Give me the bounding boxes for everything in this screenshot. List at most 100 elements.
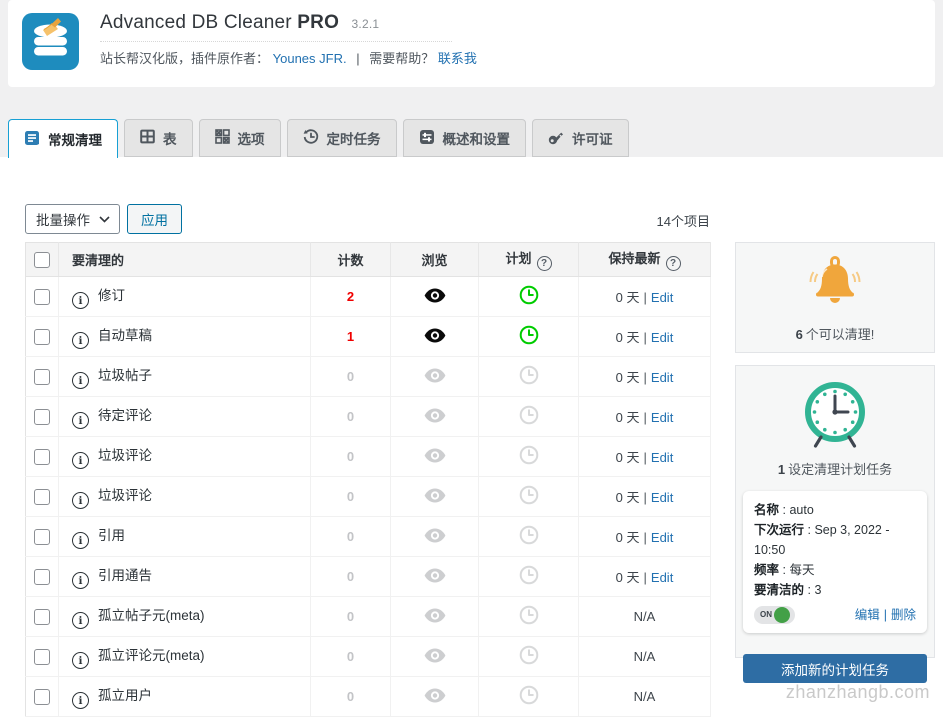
info-icon[interactable]: i — [72, 572, 89, 589]
eye-icon[interactable] — [424, 488, 446, 503]
keep-value: N/A — [634, 649, 656, 664]
info-icon[interactable]: i — [72, 652, 89, 669]
eye-icon[interactable] — [424, 448, 446, 463]
keep-value: 0 天 — [616, 570, 640, 585]
table-row: i孤立评论元(meta) 0 N/A — [26, 637, 711, 677]
keep-value: N/A — [634, 609, 656, 624]
row-checkbox[interactable] — [34, 569, 50, 585]
schedule-clock-icon[interactable] — [519, 405, 539, 425]
row-checkbox[interactable] — [34, 409, 50, 425]
contact-link[interactable]: 联系我 — [438, 51, 477, 66]
table-row: i待定评论 0 0 天|Edit — [26, 397, 711, 437]
select-all-checkbox[interactable] — [34, 252, 50, 268]
cleanup-item-name: 垃圾评论 — [98, 488, 152, 503]
tab-tables[interactable]: 表 — [124, 119, 193, 157]
column-header-keep: 保持最新? — [579, 243, 711, 277]
schedule-edit-link[interactable]: 编辑 — [855, 608, 880, 622]
row-checkbox[interactable] — [34, 649, 50, 665]
eye-icon[interactable] — [424, 608, 446, 623]
plugin-name: Advanced DB Cleaner — [100, 12, 292, 33]
item-count: 0 — [347, 369, 354, 384]
table-row: i孤立帖子元(meta) 0 N/A — [26, 597, 711, 637]
edit-link[interactable]: Edit — [651, 450, 673, 465]
keep-value: 0 天 — [616, 450, 640, 465]
alarm-clock-icon — [801, 437, 869, 454]
info-icon[interactable]: i — [72, 332, 89, 349]
eye-icon[interactable] — [424, 648, 446, 663]
tab-overview-settings[interactable]: 概述和设置 — [403, 119, 527, 157]
schedule-on-toggle[interactable]: ON — [754, 606, 795, 624]
edit-link[interactable]: Edit — [651, 370, 673, 385]
edit-link[interactable]: Edit — [651, 530, 673, 545]
schedule-to-clean-row: 要清洁的 : 3 — [754, 580, 916, 600]
info-icon[interactable]: i — [72, 492, 89, 509]
row-checkbox[interactable] — [34, 449, 50, 465]
row-checkbox[interactable] — [34, 289, 50, 305]
eye-icon[interactable] — [424, 528, 446, 543]
item-count: 0 — [347, 689, 354, 704]
column-header-count: 计数 — [311, 243, 391, 277]
row-checkbox[interactable] — [34, 489, 50, 505]
tab-options[interactable]: 选项 — [199, 119, 281, 157]
schedule-clock-icon[interactable] — [519, 645, 539, 665]
item-count: 0 — [347, 449, 354, 464]
eye-icon[interactable] — [424, 408, 446, 423]
schedule-delete-link[interactable]: 删除 — [891, 608, 916, 622]
table-row: i孤立用户 0 N/A — [26, 677, 711, 717]
column-header-name: 要清理的 — [59, 243, 311, 277]
row-checkbox[interactable] — [34, 529, 50, 545]
edit-link[interactable]: Edit — [651, 570, 673, 585]
add-schedule-button[interactable]: 添加新的计划任务 — [743, 654, 927, 683]
table-grid-icon — [140, 129, 155, 147]
row-checkbox[interactable] — [34, 609, 50, 625]
cleanup-item-name: 垃圾评论 — [98, 448, 152, 463]
info-icon[interactable]: i — [72, 452, 89, 469]
schedule-clock-icon[interactable] — [519, 605, 539, 625]
clean-count: 6 — [796, 327, 803, 342]
schedule-card: 1设定清理计划任务 名称 : auto 下次运行 : Sep 3, 2022 -… — [735, 365, 935, 658]
schedule-count: 1 — [778, 462, 785, 477]
schedule-clock-icon[interactable] — [519, 485, 539, 505]
info-icon[interactable]: i — [72, 292, 89, 309]
items-count: 14个项目 — [25, 211, 710, 230]
author-link[interactable]: Younes JFR. — [273, 51, 347, 66]
schedule-clock-icon[interactable] — [519, 525, 539, 545]
help-icon[interactable]: ? — [537, 256, 552, 271]
table-row: i引用通告 0 0 天|Edit — [26, 557, 711, 597]
info-icon[interactable]: i — [72, 612, 89, 629]
eye-icon[interactable] — [424, 568, 446, 583]
keep-value: 0 天 — [616, 370, 640, 385]
clean-notification-card: 6个可以清理! — [735, 242, 935, 353]
options-checkbox-icon — [215, 129, 230, 147]
info-icon[interactable]: i — [72, 412, 89, 429]
row-checkbox[interactable] — [34, 329, 50, 345]
edit-link[interactable]: Edit — [651, 330, 673, 345]
help-text: 需要帮助？ — [369, 51, 434, 66]
edit-link[interactable]: Edit — [651, 490, 673, 505]
edit-link[interactable]: Edit — [651, 290, 673, 305]
row-checkbox[interactable] — [34, 369, 50, 385]
plugin-pro-badge: PRO — [297, 12, 339, 33]
cleanup-item-name: 自动草稿 — [98, 328, 152, 343]
schedule-clock-icon[interactable] — [519, 445, 539, 465]
tab-license[interactable]: 许可证 — [532, 119, 629, 157]
tab-label: 表 — [163, 128, 177, 148]
eye-icon[interactable] — [424, 288, 446, 303]
tab-general-clean[interactable]: 常规清理 — [8, 119, 118, 158]
cleanup-item-name: 引用通告 — [98, 568, 152, 583]
schedule-clock-icon[interactable] — [519, 565, 539, 585]
eye-icon[interactable] — [424, 688, 446, 703]
info-icon[interactable]: i — [72, 532, 89, 549]
schedule-clock-icon[interactable] — [519, 685, 539, 705]
schedule-clock-icon[interactable] — [519, 365, 539, 385]
help-icon[interactable]: ? — [666, 256, 681, 271]
row-checkbox[interactable] — [34, 689, 50, 705]
schedule-clock-icon[interactable] — [519, 285, 539, 305]
info-icon[interactable]: i — [72, 372, 89, 389]
schedule-clock-icon[interactable] — [519, 325, 539, 345]
edit-link[interactable]: Edit — [651, 410, 673, 425]
info-icon[interactable]: i — [72, 692, 89, 709]
eye-icon[interactable] — [424, 328, 446, 343]
tab-scheduled-tasks[interactable]: 定时任务 — [287, 119, 397, 157]
eye-icon[interactable] — [424, 368, 446, 383]
